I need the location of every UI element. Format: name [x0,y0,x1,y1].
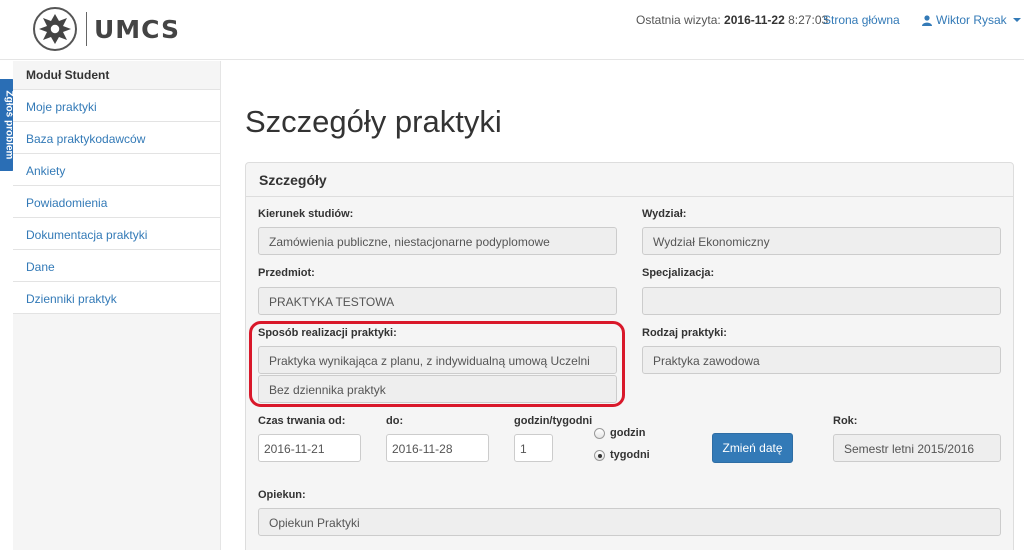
panel-title: Szczegóły [246,163,1013,197]
radio-tygodni[interactable]: tygodni [594,449,650,461]
last-visit-label: Ostatnia wizyta: [636,13,721,27]
page-title: Szczegóły praktyki [245,104,502,139]
wydzial-label: Wydział: [642,208,687,220]
przedmiot-label: Przedmiot: [258,267,315,279]
wydzial-field: Wydział Ekonomiczny [642,227,1001,255]
rok-field: Semestr letni 2015/2016 [833,434,1001,462]
rok-label: Rok: [833,415,858,427]
sidebar-item-dane[interactable]: Dane [13,250,220,282]
rodzaj-field: Praktyka zawodowa [642,346,1001,374]
sidebar-item-moje-praktyki[interactable]: Moje praktyki [13,90,220,122]
radio-godzin[interactable]: godzin [594,427,645,439]
university-emblem-icon [33,7,77,51]
opiekun-field: Opiekun Praktyki [258,508,1001,536]
sidebar-item-dzienniki[interactable]: Dzienniki praktyk [13,282,220,314]
opiekun-label: Opiekun: [258,489,306,501]
rodzaj-label: Rodzaj praktyki: [642,327,727,339]
highlight-annotation [249,321,625,407]
date-from-input[interactable]: 2016-11-21 [258,434,361,462]
specjalizacja-field [642,287,1001,315]
sidebar-title: Moduł Student [13,61,220,90]
sidebar-item-dokumentacja[interactable]: Dokumentacja praktyki [13,218,220,250]
radio-circle-icon [594,427,605,439]
duration-input[interactable]: 1 [514,434,553,462]
logo-text: UMCS [94,14,180,44]
sidebar-item-ankiety[interactable]: Ankiety [13,154,220,186]
specjalizacja-label: Specjalizacja: [642,267,715,279]
change-date-button[interactable]: Zmień datę [712,433,793,463]
logo-separator [86,12,87,46]
user-menu[interactable]: Wiktor Rysak [922,13,1021,27]
sidebar-item-baza-praktykodawcow[interactable]: Baza praktykodawców [13,122,220,154]
sidebar-item-powiadomienia[interactable]: Powiadomienia [13,186,220,218]
sidebar: Moduł Student Moje praktyki Baza praktyk… [13,61,221,550]
user-name: Wiktor Rysak [936,13,1007,27]
home-link[interactable]: Strona główna [823,13,900,27]
last-visit: Ostatnia wizyta: 2016-11-22 8:27:03 [636,13,828,27]
radio-godzin-label: godzin [610,427,646,439]
czas-do-label: do: [386,415,404,427]
chevron-down-icon [1012,18,1021,22]
top-header: UMCS Ostatnia wizyta: 2016-11-22 8:27:03… [0,0,1024,60]
user-icon [922,14,932,26]
godzin-tygodni-label: godzin/tygodni [514,415,593,427]
last-visit-date: 2016-11-22 [724,13,785,27]
czas-od-label: Czas trwania od: [258,415,346,427]
umcs-logo[interactable]: UMCS [30,6,180,52]
kierunek-label: Kierunek studiów: [258,208,354,220]
kierunek-field: Zamówienia publiczne, niestacjonarne pod… [258,227,617,255]
przedmiot-field: PRAKTYKA TESTOWA [258,287,617,315]
date-to-input[interactable]: 2016-11-28 [386,434,489,462]
radio-tygodni-label: tygodni [610,449,650,461]
radio-selected-icon [594,449,605,461]
